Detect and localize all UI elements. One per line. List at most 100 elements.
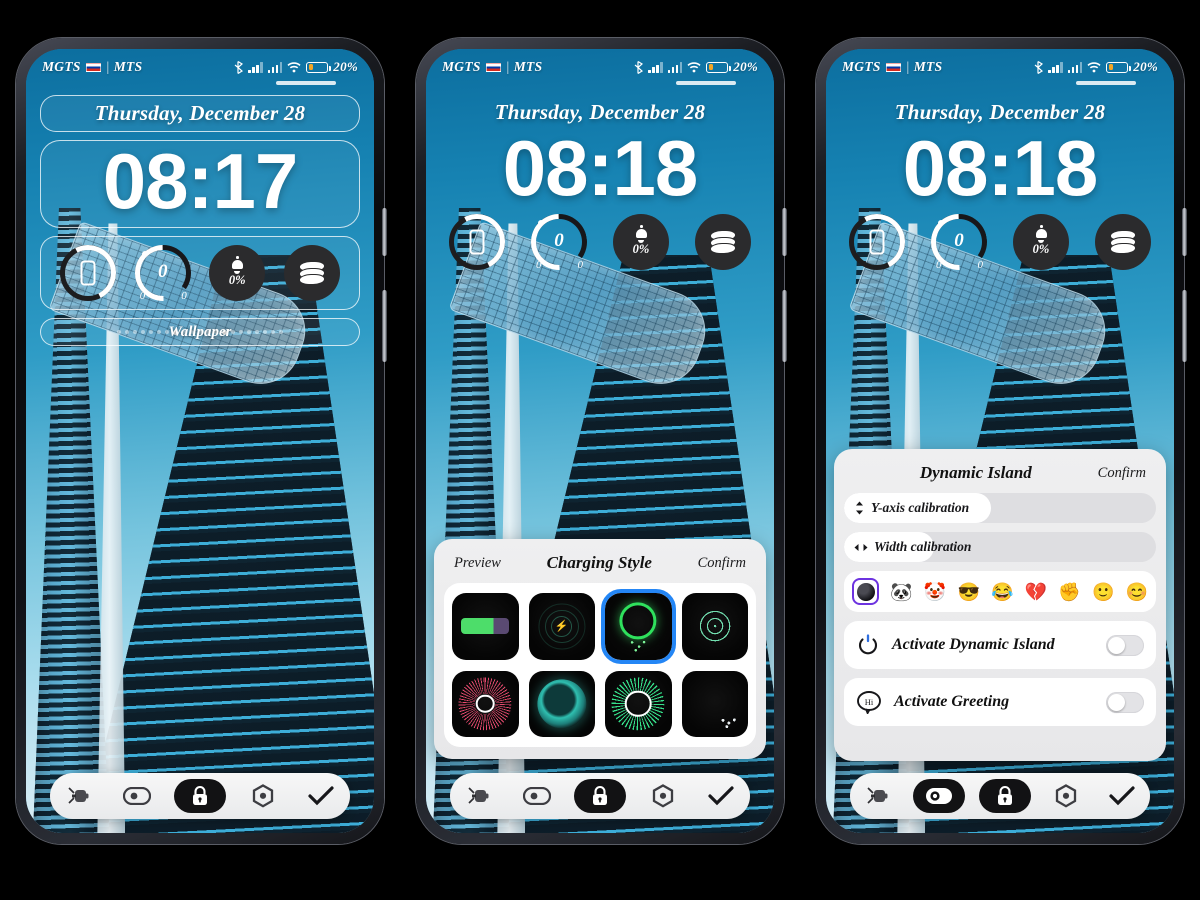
toolbar-charging-button[interactable] [58, 779, 100, 813]
clock-label: 08:18 [902, 124, 1099, 212]
date-edit-box[interactable]: Thursday, December 28 [40, 95, 360, 132]
widget-row-edit-box[interactable]: 0 0 0 0% [40, 233, 360, 314]
toolbar-charging-button[interactable] [857, 779, 899, 813]
lock-screen-content-2: Thursday, December 28 08:18 0 0 0 0% [426, 95, 774, 283]
gauge-widget[interactable]: 0 0 0 [919, 202, 999, 283]
bell-icon [231, 256, 244, 275]
teal-blob-style-tile[interactable] [528, 670, 595, 737]
charging-icon [68, 787, 89, 804]
minimal-dark-style-tile[interactable] [681, 670, 748, 737]
pulse-rings-style-tile[interactable]: ⚡ [528, 593, 595, 660]
panda-emoji-option[interactable]: 🐼 [890, 583, 912, 601]
green-dot-ring-style-tile[interactable] [605, 670, 672, 737]
widget-row: 0 0 0 0% [826, 202, 1174, 283]
blush-emoji-option[interactable]: 😊 [1126, 583, 1148, 601]
dot-fan-style-tile[interactable] [681, 593, 748, 660]
carrier-2-label: MTS [913, 59, 943, 74]
layers-widget[interactable] [1095, 214, 1151, 271]
width-calibration-slider[interactable]: Width calibration [844, 532, 1156, 562]
pink-burst-style-tile[interactable] [452, 670, 519, 737]
left-right-arrows-icon [854, 543, 868, 551]
phone-ring-widget[interactable] [841, 207, 913, 278]
gauge-min-label: 0 [936, 259, 942, 272]
activate-greeting-toggle[interactable] [1106, 691, 1144, 713]
toolbar-charging-button[interactable] [458, 779, 500, 813]
nut-icon [1055, 784, 1077, 808]
toolbar-lock-button[interactable] [174, 779, 226, 813]
notification-widget[interactable]: 0% [209, 245, 266, 302]
up-down-arrows-icon [856, 501, 863, 515]
y-axis-calibration-slider[interactable]: Y-axis calibration [844, 493, 1156, 523]
charging-sheet-title: Charging Style [546, 553, 652, 572]
layers-widget[interactable] [695, 214, 751, 271]
phone-3-frame: MGTS | MTS 20% Thursday, December 28 08:… [816, 38, 1187, 844]
smile-emoji-option[interactable]: 🙂 [1092, 583, 1114, 601]
gauge-value-label: 0 [554, 230, 564, 252]
clock-label: 08:18 [502, 124, 699, 212]
notification-widget[interactable]: 0% [1013, 214, 1069, 271]
gauge-widget[interactable]: 0 0 0 [519, 202, 599, 283]
raised-fist-emoji-option[interactable]: ✊ [1058, 583, 1080, 601]
volume-button[interactable] [1182, 208, 1187, 256]
capsule-icon [926, 788, 952, 804]
power-button[interactable] [382, 290, 387, 362]
gauge-widget[interactable]: 0 0 0 [123, 233, 203, 314]
carrier-2-label: MTS [113, 59, 143, 74]
layers-icon [710, 231, 736, 254]
wallpaper-picker-strip[interactable]: Wallpaper [40, 318, 360, 347]
gauge-value-label: 0 [158, 261, 168, 283]
gauge-max-label: 0 [977, 259, 984, 272]
notch-pill-indicator [276, 81, 336, 85]
broken-heart-emoji-option[interactable]: 💔 [1025, 583, 1047, 601]
layers-widget[interactable] [283, 245, 340, 302]
clock-edit-box[interactable]: 08:17 [40, 140, 360, 229]
volume-button[interactable] [782, 208, 787, 256]
confirm-button[interactable]: Confirm [698, 555, 746, 572]
sunglasses-emoji-option[interactable]: 😎 [957, 583, 979, 601]
layers-icon [1110, 231, 1136, 254]
battery-percent-label: 20% [1133, 59, 1158, 74]
charging-icon [468, 787, 489, 804]
bluetooth-icon [234, 60, 244, 74]
power-button[interactable] [782, 290, 787, 362]
toolbar-capsule-button[interactable] [516, 779, 558, 813]
green-ring-style-tile[interactable] [601, 589, 676, 664]
status-bar: MGTS | MTS 20% [826, 49, 1174, 79]
toolbar-lock-button[interactable] [574, 779, 626, 813]
carrier-1-label: MGTS [442, 59, 481, 74]
battery-bar-style-tile[interactable] [452, 593, 519, 660]
volume-button[interactable] [382, 208, 387, 256]
phone-ring-widget[interactable] [441, 207, 513, 278]
joy-emoji-option[interactable]: 😂 [991, 583, 1013, 601]
clown-emoji-option[interactable]: 🤡 [924, 583, 946, 601]
toolbar-apply-button[interactable] [1101, 779, 1143, 813]
phone-2-screen: MGTS | MTS 20% Thursday, December 28 08:… [426, 49, 774, 833]
toolbar-nut-button[interactable] [242, 779, 284, 813]
toolbar-nut-button[interactable] [642, 779, 684, 813]
phone-3-screen: MGTS | MTS 20% Thursday, December 28 08:… [826, 49, 1174, 833]
confirm-button[interactable]: Confirm [1098, 465, 1146, 482]
camera-lens-icon-option[interactable] [852, 578, 879, 605]
power-icon [858, 634, 878, 655]
preview-button[interactable]: Preview [454, 555, 501, 572]
notch-pill-indicator [676, 81, 736, 85]
toolbar-apply-button[interactable] [300, 779, 342, 813]
toolbar-capsule-button[interactable] [116, 779, 158, 813]
toolbar-apply-button[interactable] [700, 779, 742, 813]
notification-widget[interactable]: 0% [613, 214, 669, 271]
bluetooth-icon [634, 60, 644, 74]
signal-bars-icon-1 [248, 61, 263, 73]
widget-row: 0 0 0 0% [426, 202, 774, 283]
carrier-label: MGTS | MTS [442, 59, 542, 75]
activate-dynamic-island-toggle[interactable] [1106, 634, 1144, 656]
activate-dynamic-island-row[interactable]: Activate Dynamic Island [844, 621, 1156, 669]
toolbar-capsule-button[interactable] [913, 779, 965, 813]
width-calibration-label: Width calibration [874, 539, 972, 554]
power-button[interactable] [1182, 290, 1187, 362]
activate-greeting-row[interactable]: Hi Activate Greeting [844, 678, 1156, 726]
toolbar-lock-button[interactable] [979, 779, 1031, 813]
phone-1-screen: MGTS | MTS 20% Thursday, December 28 08:… [26, 49, 374, 833]
carrier-separator: | [505, 59, 510, 74]
toolbar-nut-button[interactable] [1045, 779, 1087, 813]
phone-ring-widget[interactable] [52, 238, 124, 309]
